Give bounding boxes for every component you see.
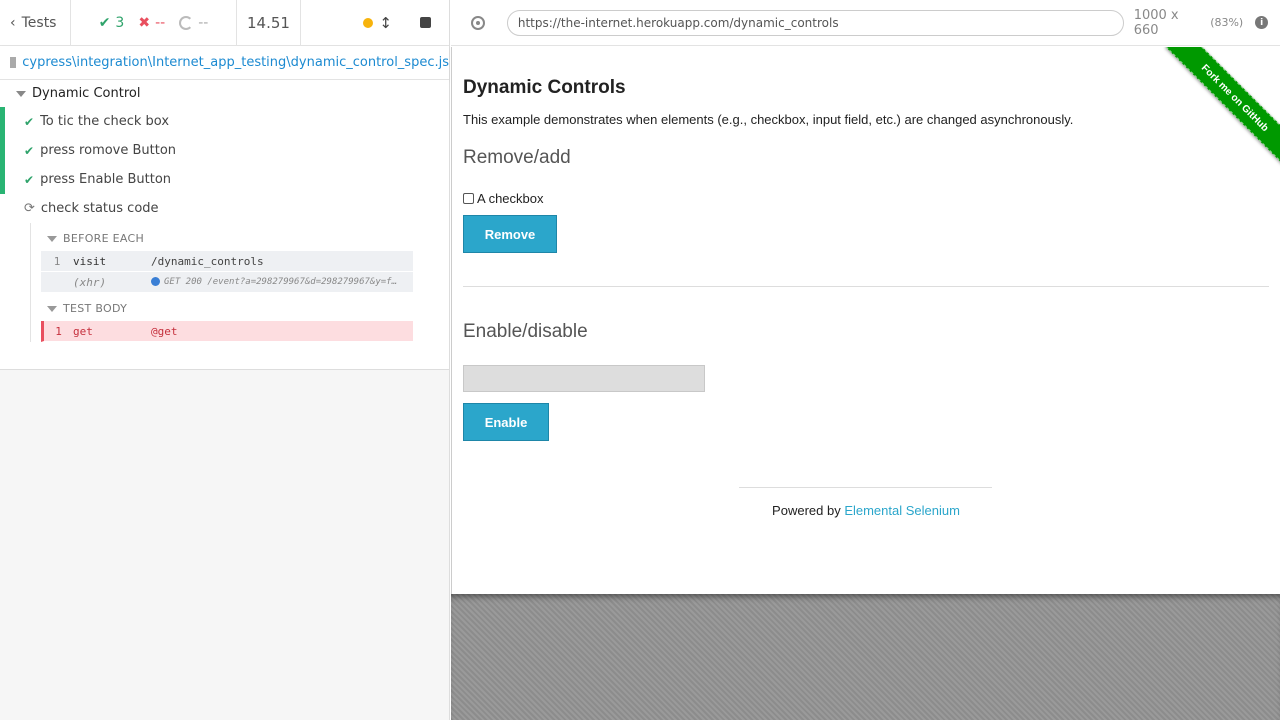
page-description: This example demonstrates when elements … — [463, 112, 1074, 127]
empty-viewport-area — [451, 594, 1280, 720]
hook-before-each[interactable]: BEFORE EACH — [41, 223, 413, 251]
command-name: (xhr) — [73, 275, 107, 289]
command-number: 1 — [53, 254, 61, 268]
page-title: Dynamic Controls — [463, 77, 626, 98]
spec-file-bar: cypress\integration\Internet_app_testing… — [0, 46, 449, 80]
info-icon[interactable]: i — [1255, 16, 1268, 29]
command-name: visit — [73, 254, 107, 268]
hook-test-body[interactable]: TEST BODY — [41, 293, 413, 321]
hook-label: TEST BODY — [63, 302, 128, 315]
pending-count: -- — [198, 14, 209, 31]
footer-divider — [739, 487, 992, 488]
check-icon: ✔ — [24, 114, 35, 129]
pending-stat: -- — [179, 15, 208, 31]
page-footer: Powered by Elemental Selenium — [463, 503, 1269, 518]
failed-stat: ✖ -- — [138, 15, 165, 31]
auto-scroll-toggle[interactable]: ↕ — [363, 14, 392, 32]
enable-disable-heading: Enable/disable — [463, 321, 588, 342]
reporter-header: ‹ Tests ✔ 3 ✖ -- -- 14.51 ↕ — [0, 0, 449, 46]
viewport-scale: (83%) — [1210, 16, 1244, 29]
test-title: press romove Button — [40, 143, 177, 158]
app-iframe: Fork me on GitHub Dynamic Controls This … — [451, 47, 1280, 594]
viewport-info: 1000 x 660 (83%) i — [1134, 8, 1268, 38]
pending-circle-icon — [179, 15, 194, 30]
cypress-reporter: ‹ Tests ✔ 3 ✖ -- -- 14.51 ↕ cypress\inte… — [0, 0, 450, 720]
command-message: @get — [151, 324, 178, 338]
command-message-wrap: GET 200 /event?a=298279967&d=298279967&y… — [151, 277, 397, 287]
remove-button[interactable]: Remove — [463, 215, 557, 253]
chevron-left-icon: ‹ — [10, 14, 16, 31]
command-message: GET 200 /event?a=298279967&d=298279967&y… — [164, 277, 397, 287]
test-item[interactable]: ✔ To tic the check box — [0, 107, 449, 136]
tests-back-button[interactable]: ‹ Tests — [0, 0, 71, 46]
x-icon: ✖ — [138, 14, 151, 31]
arrows-vertical-icon: ↕ — [379, 13, 392, 32]
caret-down-icon — [47, 305, 57, 312]
test-item[interactable]: ✔ press Enable Button — [0, 165, 449, 194]
caret-down-icon — [47, 235, 57, 242]
runnables-list: Dynamic Control ✔ To tic the check box ✔… — [0, 80, 449, 370]
aut-header: https://the-internet.herokuapp.com/dynam… — [451, 0, 1280, 46]
test-title: To tic the check box — [40, 114, 170, 129]
command-row-failed[interactable]: 1 get @get — [41, 321, 413, 342]
command-number: 1 — [55, 324, 62, 338]
viewport-size: 1000 x 660 — [1133, 7, 1179, 38]
check-icon: ✔ — [24, 143, 35, 158]
command-row-xhr[interactable]: (xhr) GET 200 /event?a=298279967&d=29827… — [41, 272, 413, 293]
spec-path-link[interactable]: cypress\integration\Internet_app_testing… — [22, 55, 449, 70]
test-item-running[interactable]: ⟳ check status code — [0, 194, 449, 223]
tests-back-label: Tests — [21, 14, 57, 31]
test-title: check status code — [40, 201, 159, 216]
duration: 14.51 — [237, 0, 301, 46]
command-name: get — [73, 324, 93, 338]
suite-title[interactable]: Dynamic Control — [0, 80, 449, 107]
remove-add-heading: Remove/add — [463, 147, 571, 168]
test-title: press Enable Button — [40, 172, 172, 187]
run-controls: ↕ — [301, 0, 449, 46]
url-text: https://the-internet.herokuapp.com/dynam… — [517, 15, 839, 30]
disabled-text-input[interactable] — [463, 365, 705, 392]
check-icon: ✔ — [98, 14, 111, 31]
footer-prefix: Powered by — [772, 503, 845, 518]
xhr-status-dot-icon — [151, 277, 160, 286]
command-row[interactable]: 1 visit /dynamic_controls — [41, 251, 413, 272]
checkbox[interactable] — [463, 193, 474, 204]
divider — [463, 286, 1269, 287]
hook-label: BEFORE EACH — [63, 232, 145, 245]
suite-title-label: Dynamic Control — [32, 86, 141, 101]
checkbox-row: A checkbox — [463, 191, 1269, 206]
url-bar[interactable]: https://the-internet.herokuapp.com/dynam… — [506, 9, 1124, 36]
failed-count: -- — [155, 14, 166, 31]
test-item[interactable]: ✔ press romove Button — [0, 136, 449, 165]
passed-count: 3 — [115, 14, 125, 31]
stop-button[interactable] — [420, 17, 431, 28]
test-stats: ✔ 3 ✖ -- -- — [71, 0, 237, 46]
command-message: /dynamic_controls — [151, 254, 264, 268]
file-icon — [10, 57, 17, 68]
caret-down-icon — [16, 90, 26, 97]
selector-playground-icon[interactable] — [471, 15, 485, 30]
checkbox-label: A checkbox — [477, 191, 544, 206]
command-log: BEFORE EACH 1 visit /dynamic_controls (x… — [30, 223, 413, 342]
running-status-dot-icon — [363, 17, 374, 28]
refresh-icon: ⟳ — [24, 201, 35, 216]
page-content: Dynamic Controls This example demonstrat… — [452, 47, 1280, 518]
passed-stat: ✔ 3 — [99, 15, 125, 31]
enable-button[interactable]: Enable — [463, 403, 549, 441]
app-under-test-panel: https://the-internet.herokuapp.com/dynam… — [451, 0, 1280, 720]
elemental-selenium-link[interactable]: Elemental Selenium — [844, 503, 960, 518]
check-icon: ✔ — [24, 172, 35, 187]
